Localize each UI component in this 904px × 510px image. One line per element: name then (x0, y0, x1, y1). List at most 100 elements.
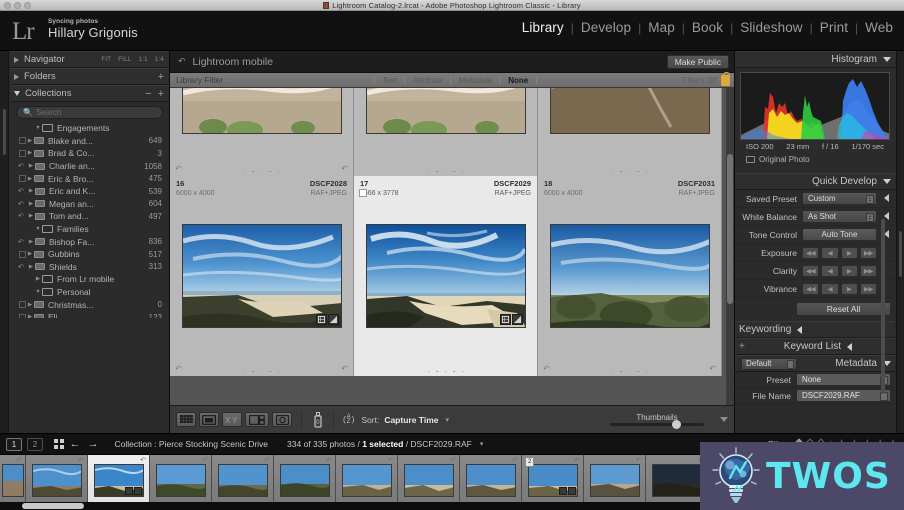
photo-thumbnail[interactable] (341, 463, 392, 497)
exposure-inc[interactable]: ▶ (840, 246, 858, 259)
sync-arrow-icon[interactable]: ↶ (18, 200, 27, 208)
module-develop[interactable]: Develop (574, 20, 638, 35)
list-item[interactable]: ▶ Eric & Bro... 475 (14, 172, 165, 185)
grid-scrollbar[interactable] (726, 88, 734, 405)
filmstrip-item[interactable]: ↶ (0, 455, 26, 503)
slider-track[interactable] (610, 419, 704, 429)
remove-collection-button[interactable]: − (145, 88, 151, 99)
module-library[interactable]: Library (515, 20, 571, 35)
filmstrip-item-selected[interactable]: ↶ (88, 455, 150, 503)
library-filter-bar[interactable]: Library Filter : | Text | Attribute | Me… (170, 71, 734, 88)
photo-badges[interactable] (499, 314, 523, 325)
grid-cell[interactable] (538, 88, 722, 176)
filter-metadata-button[interactable]: Metadata (452, 76, 499, 85)
photo-thumbnail[interactable] (549, 88, 710, 134)
sync-arrow-icon[interactable]: ↶ (18, 263, 27, 271)
auto-tone-button[interactable]: Auto Tone (802, 228, 877, 241)
photo-thumbnail[interactable] (155, 463, 206, 497)
photo-thumbnail[interactable] (589, 463, 640, 497)
list-item[interactable]: ▶ Brad & Co... 3 (14, 147, 165, 160)
clarity-dec[interactable]: ◀ (821, 264, 839, 277)
identity-plate[interactable]: Syncing photos Hillary Grigonis (48, 18, 138, 39)
module-slideshow[interactable]: Slideshow (733, 20, 809, 35)
minimize-button[interactable] (14, 2, 21, 9)
chevron-down-icon[interactable] (883, 57, 891, 62)
module-picker[interactable]: Library | Develop | Map | Book | Slidesh… (515, 20, 900, 35)
filmstrip-item[interactable]: ↶ (336, 455, 398, 503)
photo-thumbnail[interactable] (217, 463, 268, 497)
clarity-inc-big[interactable]: ▶▶ (859, 264, 877, 277)
grid-view-icon[interactable] (176, 412, 196, 427)
photo-thumbnail[interactable] (527, 463, 578, 497)
metadata-preset-select[interactable]: Default (741, 357, 797, 370)
zoom-1-4-button[interactable]: 1:4 (155, 57, 164, 63)
people-view-icon[interactable] (272, 412, 292, 427)
photo-thumbnail[interactable] (181, 224, 342, 328)
maximize-button[interactable] (24, 2, 31, 9)
photo-badges[interactable] (558, 486, 576, 495)
stepper-icon[interactable]: ▴ ▾ (866, 194, 874, 204)
keywording-header[interactable]: Keywording (735, 321, 895, 338)
add-collection-button[interactable]: + (158, 88, 164, 99)
sync-arrow-icon[interactable]: ↶ (18, 162, 27, 170)
photo-badges[interactable] (315, 314, 339, 325)
crop-badge-icon[interactable] (499, 314, 511, 325)
sort-value[interactable]: Capture Time (384, 415, 438, 425)
vibrance-steppers[interactable]: ◀◀ ◀ ▶ ▶▶ (802, 282, 877, 295)
spray-can-icon[interactable]: 0 (311, 411, 324, 428)
vibrance-inc[interactable]: ▶ (840, 282, 858, 295)
module-print[interactable]: Print (813, 20, 855, 35)
close-button[interactable] (4, 2, 11, 9)
photo-thumbnail[interactable] (651, 463, 702, 497)
list-item[interactable]: ↶ ▶ Bishop Fa... 836 (14, 235, 165, 248)
white-balance-select[interactable]: As Shot ▴ ▾ (802, 210, 877, 223)
sync-checkbox[interactable] (19, 301, 26, 309)
sync-arrow-icon[interactable]: ↶ (178, 56, 186, 67)
folders-header[interactable]: Folders + (10, 68, 169, 85)
right-panel-scrollbar[interactable] (881, 219, 885, 394)
back-arrow-icon[interactable]: ← (69, 438, 82, 450)
rating-dots[interactable] (243, 370, 280, 372)
zoom-1-1-button[interactable]: 1:1 (139, 57, 148, 63)
photo-thumbnail[interactable] (403, 463, 454, 497)
filmstrip-item[interactable]: ↶ (212, 455, 274, 503)
grid-cell[interactable]: 18 DSCF2031 6000 x 4000 RAF+JPEG ↶ ↶ (538, 176, 722, 376)
chevron-left-icon[interactable] (797, 325, 803, 334)
collection-group-from-lr-mobile[interactable]: ▶ From Lr mobile (14, 273, 165, 286)
survey-view-icon[interactable] (245, 412, 269, 427)
lock-icon[interactable] (721, 71, 730, 86)
module-web[interactable]: Web (858, 20, 900, 35)
list-item[interactable]: ▶ Blake and... 649 (14, 135, 165, 148)
quick-develop-header[interactable]: Quick Develop (735, 173, 895, 190)
thumbnail-size-slider[interactable]: Thumbnails (607, 413, 707, 429)
screen-1-button[interactable]: 1 (6, 437, 22, 451)
filename-field[interactable]: DSCF2029.RAF (796, 389, 891, 402)
list-item[interactable]: ↶ ▶ Eric and K... 539 (14, 185, 165, 198)
grid-cell[interactable]: 16 DSCF2028 6000 x 4000 RAF+JPEG ↶ ↶ (170, 176, 354, 376)
stepper-icon[interactable]: ▴ ▾ (866, 212, 874, 222)
collections-list[interactable]: ▼ Engagements ▶ Blake and... 649 ▶ Brad … (14, 122, 165, 318)
list-item[interactable]: ▶ Gubbins 517 (14, 248, 165, 261)
histogram-chart[interactable] (740, 72, 890, 140)
list-item[interactable]: ↶ ▶ Charlie an... 1058 (14, 160, 165, 173)
metadata-header[interactable]: Default Metadata (735, 355, 895, 372)
photo-thumbnail[interactable] (465, 463, 516, 497)
filters-off-label[interactable]: Filters Off (682, 76, 717, 85)
filter-text-button[interactable]: Text (375, 76, 404, 85)
filmstrip-item[interactable]: ↶ (398, 455, 460, 503)
sync-checkbox[interactable] (19, 175, 26, 183)
grid-cell[interactable]: ↶ ↶ (170, 88, 354, 176)
loupe-view-icon[interactable] (199, 412, 219, 427)
exposure-inc-big[interactable]: ▶▶ (859, 246, 877, 259)
right-panel-grip[interactable] (898, 231, 902, 277)
chevron-down-icon[interactable]: ▾ (445, 416, 449, 424)
rating-dots[interactable] (427, 170, 464, 172)
zoom-fit-button[interactable]: FIT (101, 57, 111, 63)
photo-thumbnail[interactable] (181, 88, 342, 134)
clarity-steppers[interactable]: ◀◀ ◀ ▶ ▶▶ (802, 264, 877, 277)
filmstrip-item[interactable]: 2 ↶ (522, 455, 584, 503)
filmstrip-item[interactable]: ↶ (584, 455, 646, 503)
rating-dots[interactable] (611, 370, 648, 372)
original-photo-toggle[interactable]: Original Photo (740, 151, 890, 170)
sync-checkbox[interactable] (19, 250, 26, 258)
